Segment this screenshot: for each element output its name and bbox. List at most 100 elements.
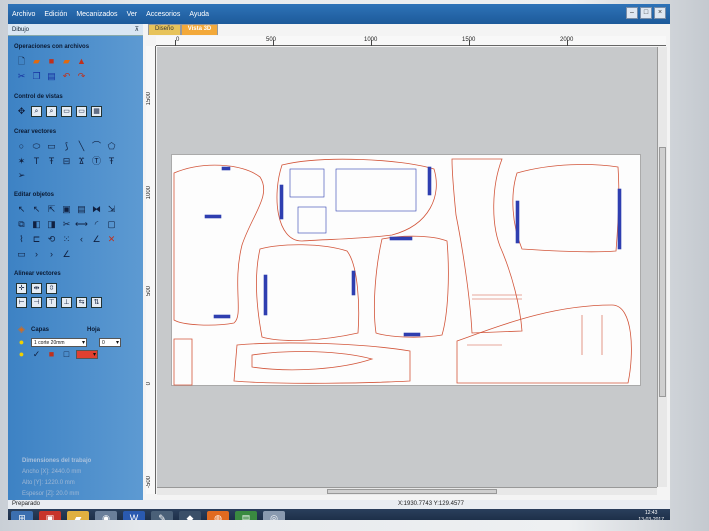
- text-arc-icon[interactable]: Ϫ: [76, 156, 87, 167]
- menu-mecanizados[interactable]: Mecanizados: [76, 11, 117, 18]
- align-vcenter-icon[interactable]: ⇳: [46, 283, 57, 294]
- import-icon[interactable]: ▲: [76, 56, 87, 67]
- line-icon[interactable]: ╲: [76, 141, 87, 152]
- layer-box-icon[interactable]: □: [61, 349, 72, 360]
- angle-icon[interactable]: ∠: [91, 234, 102, 245]
- text-on-curve-icon[interactable]: Ŧ: [46, 156, 57, 167]
- text-fit-icon[interactable]: Ŧ: [106, 156, 117, 167]
- taskbar-app-9-icon[interactable]: ◎: [263, 511, 285, 520]
- taskbar-app-8-icon[interactable]: ▤: [235, 511, 257, 520]
- align-top-icon[interactable]: ⊤: [46, 297, 57, 308]
- dimension-icon[interactable]: ⊟: [61, 156, 72, 167]
- text-box-icon[interactable]: Ⓣ: [91, 156, 102, 167]
- bounding-box-icon[interactable]: ▭: [16, 249, 27, 260]
- transform-icon[interactable]: ⇱: [46, 204, 57, 215]
- menu-edicion[interactable]: Edición: [44, 11, 67, 18]
- minimize-button[interactable]: –: [626, 7, 638, 19]
- rotate-icon[interactable]: ⟲: [46, 234, 57, 245]
- undo-icon[interactable]: ↶: [61, 71, 72, 82]
- distribute-v-icon[interactable]: ⇅: [91, 297, 102, 308]
- align-right-icon[interactable]: ⊣: [31, 297, 42, 308]
- chevron-left-icon[interactable]: ‹: [76, 234, 87, 245]
- tab-3d-view[interactable]: Vista 3D: [180, 24, 219, 35]
- trace-icon[interactable]: ➢: [16, 170, 27, 181]
- taskbar-app-3-icon[interactable]: ◉: [95, 511, 117, 520]
- zoom-box-icon[interactable]: ⌕: [46, 106, 57, 117]
- weld-icon[interactable]: ⧉: [16, 219, 27, 230]
- distribute-h-icon[interactable]: ⇆: [76, 297, 87, 308]
- group-icon[interactable]: ▣: [61, 204, 72, 215]
- panel-pin-icon[interactable]: ⊼: [135, 24, 139, 35]
- ungroup-icon[interactable]: ▤: [76, 204, 87, 215]
- pan-icon[interactable]: ✥: [16, 106, 27, 117]
- start-button[interactable]: ⊞: [11, 511, 33, 520]
- node-edit-icon[interactable]: ↖: [31, 204, 42, 215]
- taskbar-folder-icon[interactable]: ▰: [67, 511, 89, 520]
- view-material-icon[interactable]: ▭: [76, 106, 87, 117]
- horizontal-scrollbar[interactable]: [157, 487, 657, 495]
- light-bulb-icon[interactable]: ●: [16, 337, 27, 348]
- layer-dropdown[interactable]: 1 corte 20mm: [31, 338, 87, 347]
- new-file-icon[interactable]: 🗋: [16, 56, 27, 67]
- extend-icon[interactable]: ⟷: [75, 219, 88, 230]
- chevron-right-icon[interactable]: ›: [31, 249, 42, 260]
- sheet-dropdown[interactable]: 0: [99, 338, 121, 347]
- close-button[interactable]: ×: [654, 7, 666, 19]
- fillet-icon[interactable]: ◜: [91, 219, 102, 230]
- save-icon[interactable]: ■: [46, 56, 57, 67]
- rectangle-icon[interactable]: ▭: [46, 141, 57, 152]
- intersect-icon[interactable]: ◨: [46, 219, 57, 230]
- scale-icon[interactable]: ⇲: [106, 204, 117, 215]
- horizontal-scroll-thumb[interactable]: [327, 489, 497, 494]
- subtract-icon[interactable]: ◧: [31, 219, 42, 230]
- tab-design[interactable]: Diseño: [148, 24, 181, 35]
- redo-icon[interactable]: ↷: [76, 71, 87, 82]
- mirror-icon[interactable]: ⧓: [91, 204, 102, 215]
- vertical-scroll-thumb[interactable]: [659, 147, 666, 397]
- trim-icon[interactable]: ✂: [61, 219, 72, 230]
- align-left-icon[interactable]: ⊢: [16, 297, 27, 308]
- taskbar-app-6-icon[interactable]: ◆: [179, 511, 201, 520]
- arc-icon[interactable]: ⌒: [91, 141, 102, 152]
- taskbar-clock[interactable]: 12:43 13-03-2017: [638, 510, 664, 520]
- join-icon[interactable]: ⌇: [16, 234, 27, 245]
- save-as-icon[interactable]: ▰: [61, 56, 72, 67]
- select-icon[interactable]: ↖: [16, 204, 27, 215]
- maximize-button[interactable]: □: [640, 7, 652, 19]
- array-icon[interactable]: ⁙: [61, 234, 72, 245]
- circle-icon[interactable]: ○: [16, 141, 27, 152]
- menu-ayuda[interactable]: Ayuda: [189, 11, 209, 18]
- offset-icon[interactable]: ▢: [106, 219, 117, 230]
- menu-ver[interactable]: Ver: [127, 11, 138, 18]
- menu-archivo[interactable]: Archivo: [12, 11, 35, 18]
- chevron-right-2-icon[interactable]: ›: [46, 249, 57, 260]
- layer-lock-icon[interactable]: ■: [46, 349, 57, 360]
- angle-2-icon[interactable]: ∠: [61, 249, 72, 260]
- layer-visible-icon[interactable]: ●: [16, 349, 27, 360]
- text-icon[interactable]: T: [31, 156, 42, 167]
- align-hcenter-icon[interactable]: ⇹: [31, 283, 42, 294]
- delete-icon[interactable]: ✕: [106, 234, 117, 245]
- view-sheet-icon[interactable]: ▭: [61, 106, 72, 117]
- ellipse-icon[interactable]: ⬭: [31, 141, 42, 152]
- align-bottom-icon[interactable]: ⊥: [61, 297, 72, 308]
- open-file-icon[interactable]: ▰: [31, 56, 42, 67]
- copy-icon[interactable]: ❐: [31, 71, 42, 82]
- taskbar-word-icon[interactable]: W: [123, 511, 145, 520]
- taskbar-firefox-icon[interactable]: ◍: [207, 511, 229, 520]
- star-icon[interactable]: ✶: [16, 156, 27, 167]
- zoom-all-icon[interactable]: ⌕: [31, 106, 42, 117]
- layer-color-dropdown[interactable]: [76, 350, 98, 359]
- layer-check-icon[interactable]: ✓: [31, 349, 42, 360]
- taskbar-app-5-icon[interactable]: ✎: [151, 511, 173, 520]
- taskbar-app-1-icon[interactable]: ▣: [39, 511, 61, 520]
- menu-accesorios[interactable]: Accesorios: [146, 11, 180, 18]
- drawing-canvas[interactable]: [157, 47, 657, 487]
- align-center-icon[interactable]: ✛: [16, 283, 27, 294]
- view-grid-icon[interactable]: ▦: [91, 106, 102, 117]
- paste-icon[interactable]: ▤: [46, 71, 57, 82]
- cut-icon[interactable]: ✂: [16, 71, 27, 82]
- polygon-icon[interactable]: ⬠: [106, 141, 117, 152]
- polyline-icon[interactable]: ⟆: [61, 141, 72, 152]
- close-vector-icon[interactable]: ⊏: [31, 234, 42, 245]
